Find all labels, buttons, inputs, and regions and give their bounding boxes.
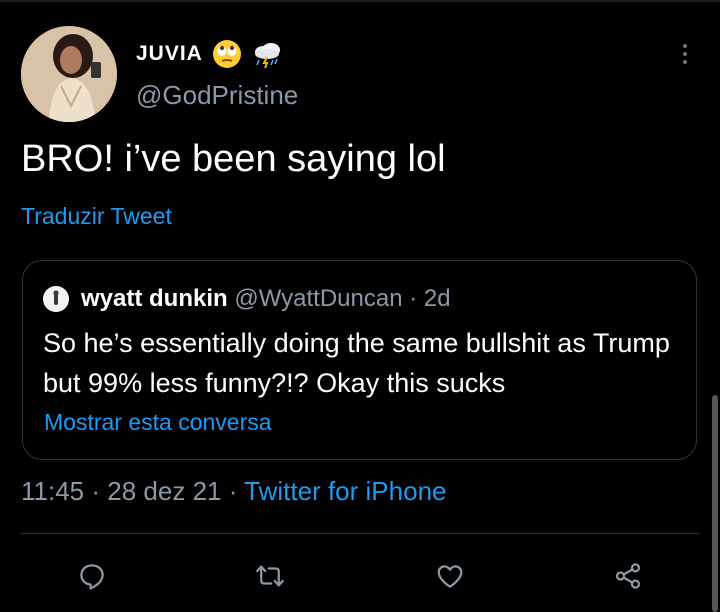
tweet-time[interactable]: 11:45 <box>21 476 84 506</box>
quoted-age: 2d <box>423 285 451 312</box>
share-button[interactable] <box>608 556 648 596</box>
meta-separator: · <box>228 476 238 506</box>
avatar-photo <box>21 26 117 122</box>
actions-divider <box>21 533 699 534</box>
author-name-row: JUVIA <box>136 38 283 70</box>
quoted-header: wyatt dunkin @WyattDuncan · 2d <box>81 285 451 313</box>
quoted-text: So he’s essentially doing the same bulls… <box>43 328 670 398</box>
quoted-separator: · <box>409 285 418 312</box>
more-options-icon[interactable] <box>676 40 694 70</box>
reply-icon <box>80 564 104 590</box>
share-icon <box>615 563 641 589</box>
retweet-icon <box>256 565 284 587</box>
tweet-source-link[interactable]: Twitter for iPhone <box>244 476 446 506</box>
tweet-text: BRO! i’ve been saying lol <box>21 138 446 180</box>
meta-separator: · <box>91 476 101 506</box>
like-button[interactable] <box>430 556 470 596</box>
retweet-button[interactable] <box>250 556 290 596</box>
author-avatar[interactable] <box>21 26 117 122</box>
quoted-author-avatar <box>43 286 69 312</box>
top-divider <box>0 0 720 2</box>
tweet-date[interactable]: 28 dez 21 <box>107 476 221 506</box>
rolling-eyes-emoji-icon <box>211 38 243 70</box>
author-handle[interactable]: @GodPristine <box>136 80 298 111</box>
quoted-author-handle: @WyattDuncan <box>234 285 403 312</box>
cloud-lightning-rain-emoji-icon <box>251 38 283 70</box>
show-thread-link[interactable]: Mostrar esta conversa <box>44 409 272 436</box>
translate-tweet-link[interactable]: Traduzir Tweet <box>21 203 172 230</box>
reply-button[interactable] <box>72 556 112 596</box>
quoted-author-name: wyatt dunkin <box>81 285 228 312</box>
like-icon <box>437 565 463 588</box>
quoted-tweet-card[interactable]: wyatt dunkin @WyattDuncan · 2d So he’s e… <box>22 260 697 460</box>
scrollbar[interactable] <box>712 395 718 612</box>
author-display-name[interactable]: JUVIA <box>136 42 203 66</box>
tweet-metadata: 11:45 · 28 dez 21 · Twitter for iPhone <box>21 476 446 507</box>
